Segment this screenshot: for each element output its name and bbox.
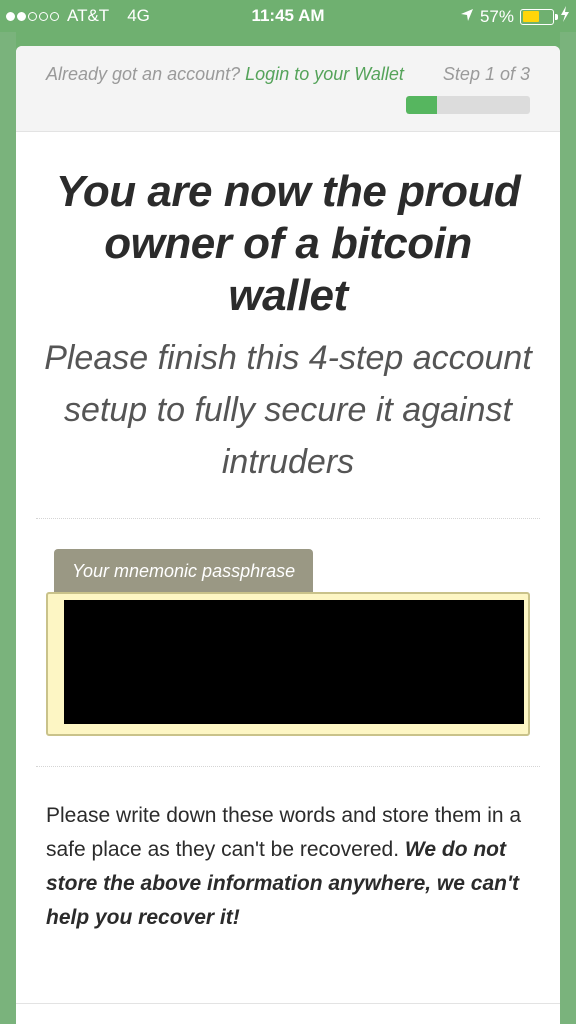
step-progress-fill bbox=[406, 96, 437, 114]
battery-icon bbox=[520, 8, 558, 25]
battery-percent: 57% bbox=[479, 6, 514, 26]
already-account-label: Already got an account? bbox=[46, 64, 241, 84]
mnemonic-label: Your mnemonic passphrase bbox=[54, 549, 314, 592]
login-link[interactable]: Login to your Wallet bbox=[245, 64, 404, 84]
status-right: 57% bbox=[460, 6, 570, 27]
step-progress-bar bbox=[406, 96, 530, 114]
charging-bolt-icon bbox=[560, 6, 570, 27]
redacted-passphrase bbox=[64, 600, 524, 724]
setup-card: Already got an account? Login to your Wa… bbox=[16, 46, 560, 1024]
location-arrow-icon bbox=[460, 7, 474, 27]
card-header: Already got an account? Login to your Wa… bbox=[16, 46, 560, 132]
divider bbox=[36, 518, 540, 519]
page-title: You are now the proud owner of a bitcoin… bbox=[55, 167, 521, 320]
already-account-text: Already got an account? Login to your Wa… bbox=[46, 64, 404, 85]
status-bar: AT&T 4G 11:45 AM 57% bbox=[0, 0, 576, 32]
mnemonic-section: Your mnemonic passphrase bbox=[46, 549, 530, 736]
divider bbox=[36, 766, 540, 767]
step-label: Step 1 of 3 bbox=[442, 64, 530, 84]
left-gutter bbox=[0, 32, 16, 1024]
mnemonic-passphrase-box[interactable] bbox=[46, 592, 530, 736]
right-gutter bbox=[560, 32, 576, 1024]
card-footer-divider bbox=[16, 1003, 560, 1004]
page-subtitle: Please finish this 4-step account setup … bbox=[44, 339, 532, 481]
backup-notice: Please write down these words and store … bbox=[46, 799, 530, 935]
